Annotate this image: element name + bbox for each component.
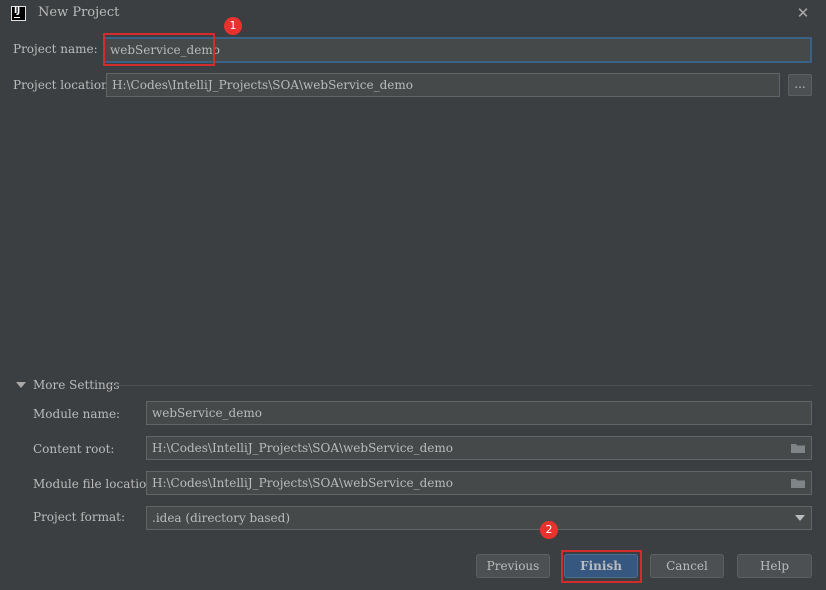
- close-icon[interactable]: ✕: [793, 3, 813, 23]
- project-format-label: Project format:: [33, 510, 126, 524]
- project-name-label: Project name:: [13, 42, 98, 56]
- cancel-button[interactable]: Cancel: [650, 554, 724, 578]
- expand-triangle-icon[interactable]: [16, 381, 26, 389]
- module-name-label: Module name:: [33, 407, 121, 421]
- browse-button[interactable]: ...: [788, 74, 812, 96]
- module-file-location-label: Module file location:: [33, 477, 159, 491]
- content-root-input[interactable]: H:\Codes\IntelliJ_Projects\SOA\webServic…: [146, 436, 812, 460]
- highlight-box-finish: [561, 550, 642, 583]
- module-name-input[interactable]: webService_demo: [146, 401, 812, 425]
- help-button[interactable]: Help: [737, 554, 812, 578]
- intellij-app-icon: IJ: [11, 6, 26, 21]
- highlight-box-project-name: [103, 33, 215, 66]
- more-settings-toggle[interactable]: More Settings: [33, 378, 120, 392]
- project-format-select[interactable]: .idea (directory based): [146, 506, 812, 530]
- dropdown-arrow-icon[interactable]: [795, 515, 805, 521]
- annotation-marker-2: 2: [540, 521, 558, 539]
- module-file-location-input[interactable]: H:\Codes\IntelliJ_Projects\SOA\webServic…: [146, 471, 812, 495]
- title-bar: [0, 0, 826, 28]
- content-root-label: Content root:: [33, 442, 115, 456]
- project-location-input[interactable]: H:\Codes\IntelliJ_Projects\SOA\webServic…: [106, 73, 780, 97]
- folder-icon[interactable]: [791, 443, 805, 453]
- project-location-label: Project location:: [13, 78, 113, 92]
- window-title: New Project: [38, 5, 120, 20]
- more-settings-separator: [108, 385, 812, 386]
- annotation-marker-1: 1: [224, 17, 242, 35]
- previous-button[interactable]: Previous: [476, 554, 550, 578]
- folder-icon[interactable]: [791, 478, 805, 488]
